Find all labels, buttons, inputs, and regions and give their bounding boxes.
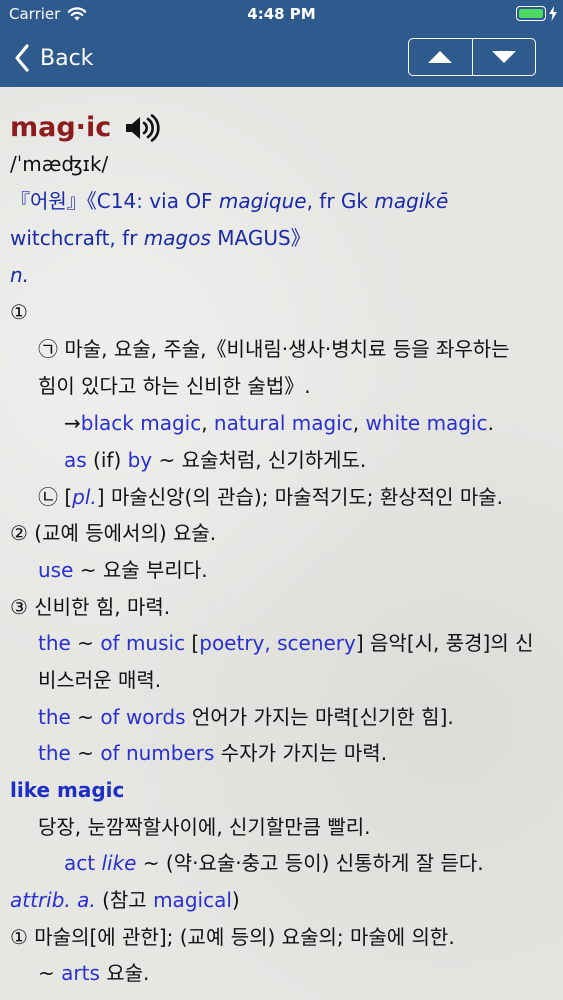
chevron-left-icon: [15, 44, 29, 72]
previous-entry-button[interactable]: [409, 39, 472, 75]
part-of-speech: n.: [10, 263, 30, 287]
speaker-icon[interactable]: [124, 114, 160, 142]
idiom-heading: like magic: [10, 778, 125, 802]
status-bar: Carrier 4:48 PM: [0, 0, 563, 30]
triangle-up-icon: [428, 51, 453, 63]
cross-references: →black magic, natural magic, white magic…: [64, 411, 494, 435]
example-phrase: the ~ of numbers 수자가 가지는 마력.: [38, 741, 388, 765]
adjective-sense-1: ① 마술의[에 관한]; (교예 등의) 요술의; 마술에 의한.: [10, 925, 455, 949]
entry-navigation-control: [408, 38, 536, 76]
sense-number: ①: [10, 300, 28, 324]
headword: mag·ic: [10, 112, 112, 143]
sense-3-definition: ③ 신비한 힘, 마력.: [10, 595, 171, 619]
pronunciation: /ˈmæʤɪk/: [10, 152, 109, 176]
example-phrase: ~ arts 요술.: [38, 961, 150, 985]
xref-link[interactable]: black magic: [81, 411, 201, 435]
attributive-adjective: attrib. a. (참고 magical): [10, 888, 240, 912]
dictionary-entry: mag·ic /ˈmæʤɪk/ 『어원』《C14: via OF magique…: [0, 87, 563, 1000]
sense-1b-definition: ㉡ [pl.] 마술신앙(의 관습); 마술적기도; 환상적인 마술.: [38, 485, 504, 509]
xref-link[interactable]: magical: [153, 888, 232, 912]
triangle-down-icon: [491, 51, 516, 63]
xref-link[interactable]: white magic: [365, 411, 487, 435]
sense-1a-definition-cont: 힘이 있다고 하는 신비한 술법》.: [38, 374, 311, 398]
etymology-line-1: 『어원』《C14: via OF magique, fr Gk magikē: [10, 189, 449, 213]
example-phrase-cont: 비스러운 매력.: [38, 668, 162, 692]
charging-icon: [549, 6, 557, 21]
navigation-bar: Carrier 4:48 PM Back: [0, 0, 563, 87]
example-phrase: use ~ 요술 부리다.: [38, 558, 208, 582]
back-label: Back: [40, 45, 94, 71]
next-entry-button[interactable]: [471, 39, 536, 75]
sense-2-definition: ② (교예 등에서의) 요술.: [10, 521, 217, 545]
etymology-line-2: witchcraft, fr magos MAGUS》: [10, 226, 311, 250]
example-phrase: the ~ of music [poetry, scenery] 음악[시, 풍…: [38, 631, 534, 655]
status-time: 4:48 PM: [247, 5, 316, 23]
xref-link[interactable]: natural magic: [214, 411, 353, 435]
example-phrase: as (if) by ~ 요술처럼, 신기하게도.: [64, 448, 367, 472]
idiom-definition: 당장, 눈깜짝할사이에, 신기할만큼 빨리.: [38, 815, 371, 839]
back-button[interactable]: Back: [14, 40, 93, 76]
example-phrase: the ~ of words 언어가 가지는 마력[신기한 힘].: [38, 705, 454, 729]
example-phrase: act like ~ (약·요술·충고 등이) 신통하게 잘 듣다.: [64, 851, 484, 875]
battery-icon: [516, 6, 546, 21]
sense-1a-definition: ㉠ 마술, 요술, 주술,《비내림·생사·병치료 등을 좌우하는: [38, 337, 510, 361]
